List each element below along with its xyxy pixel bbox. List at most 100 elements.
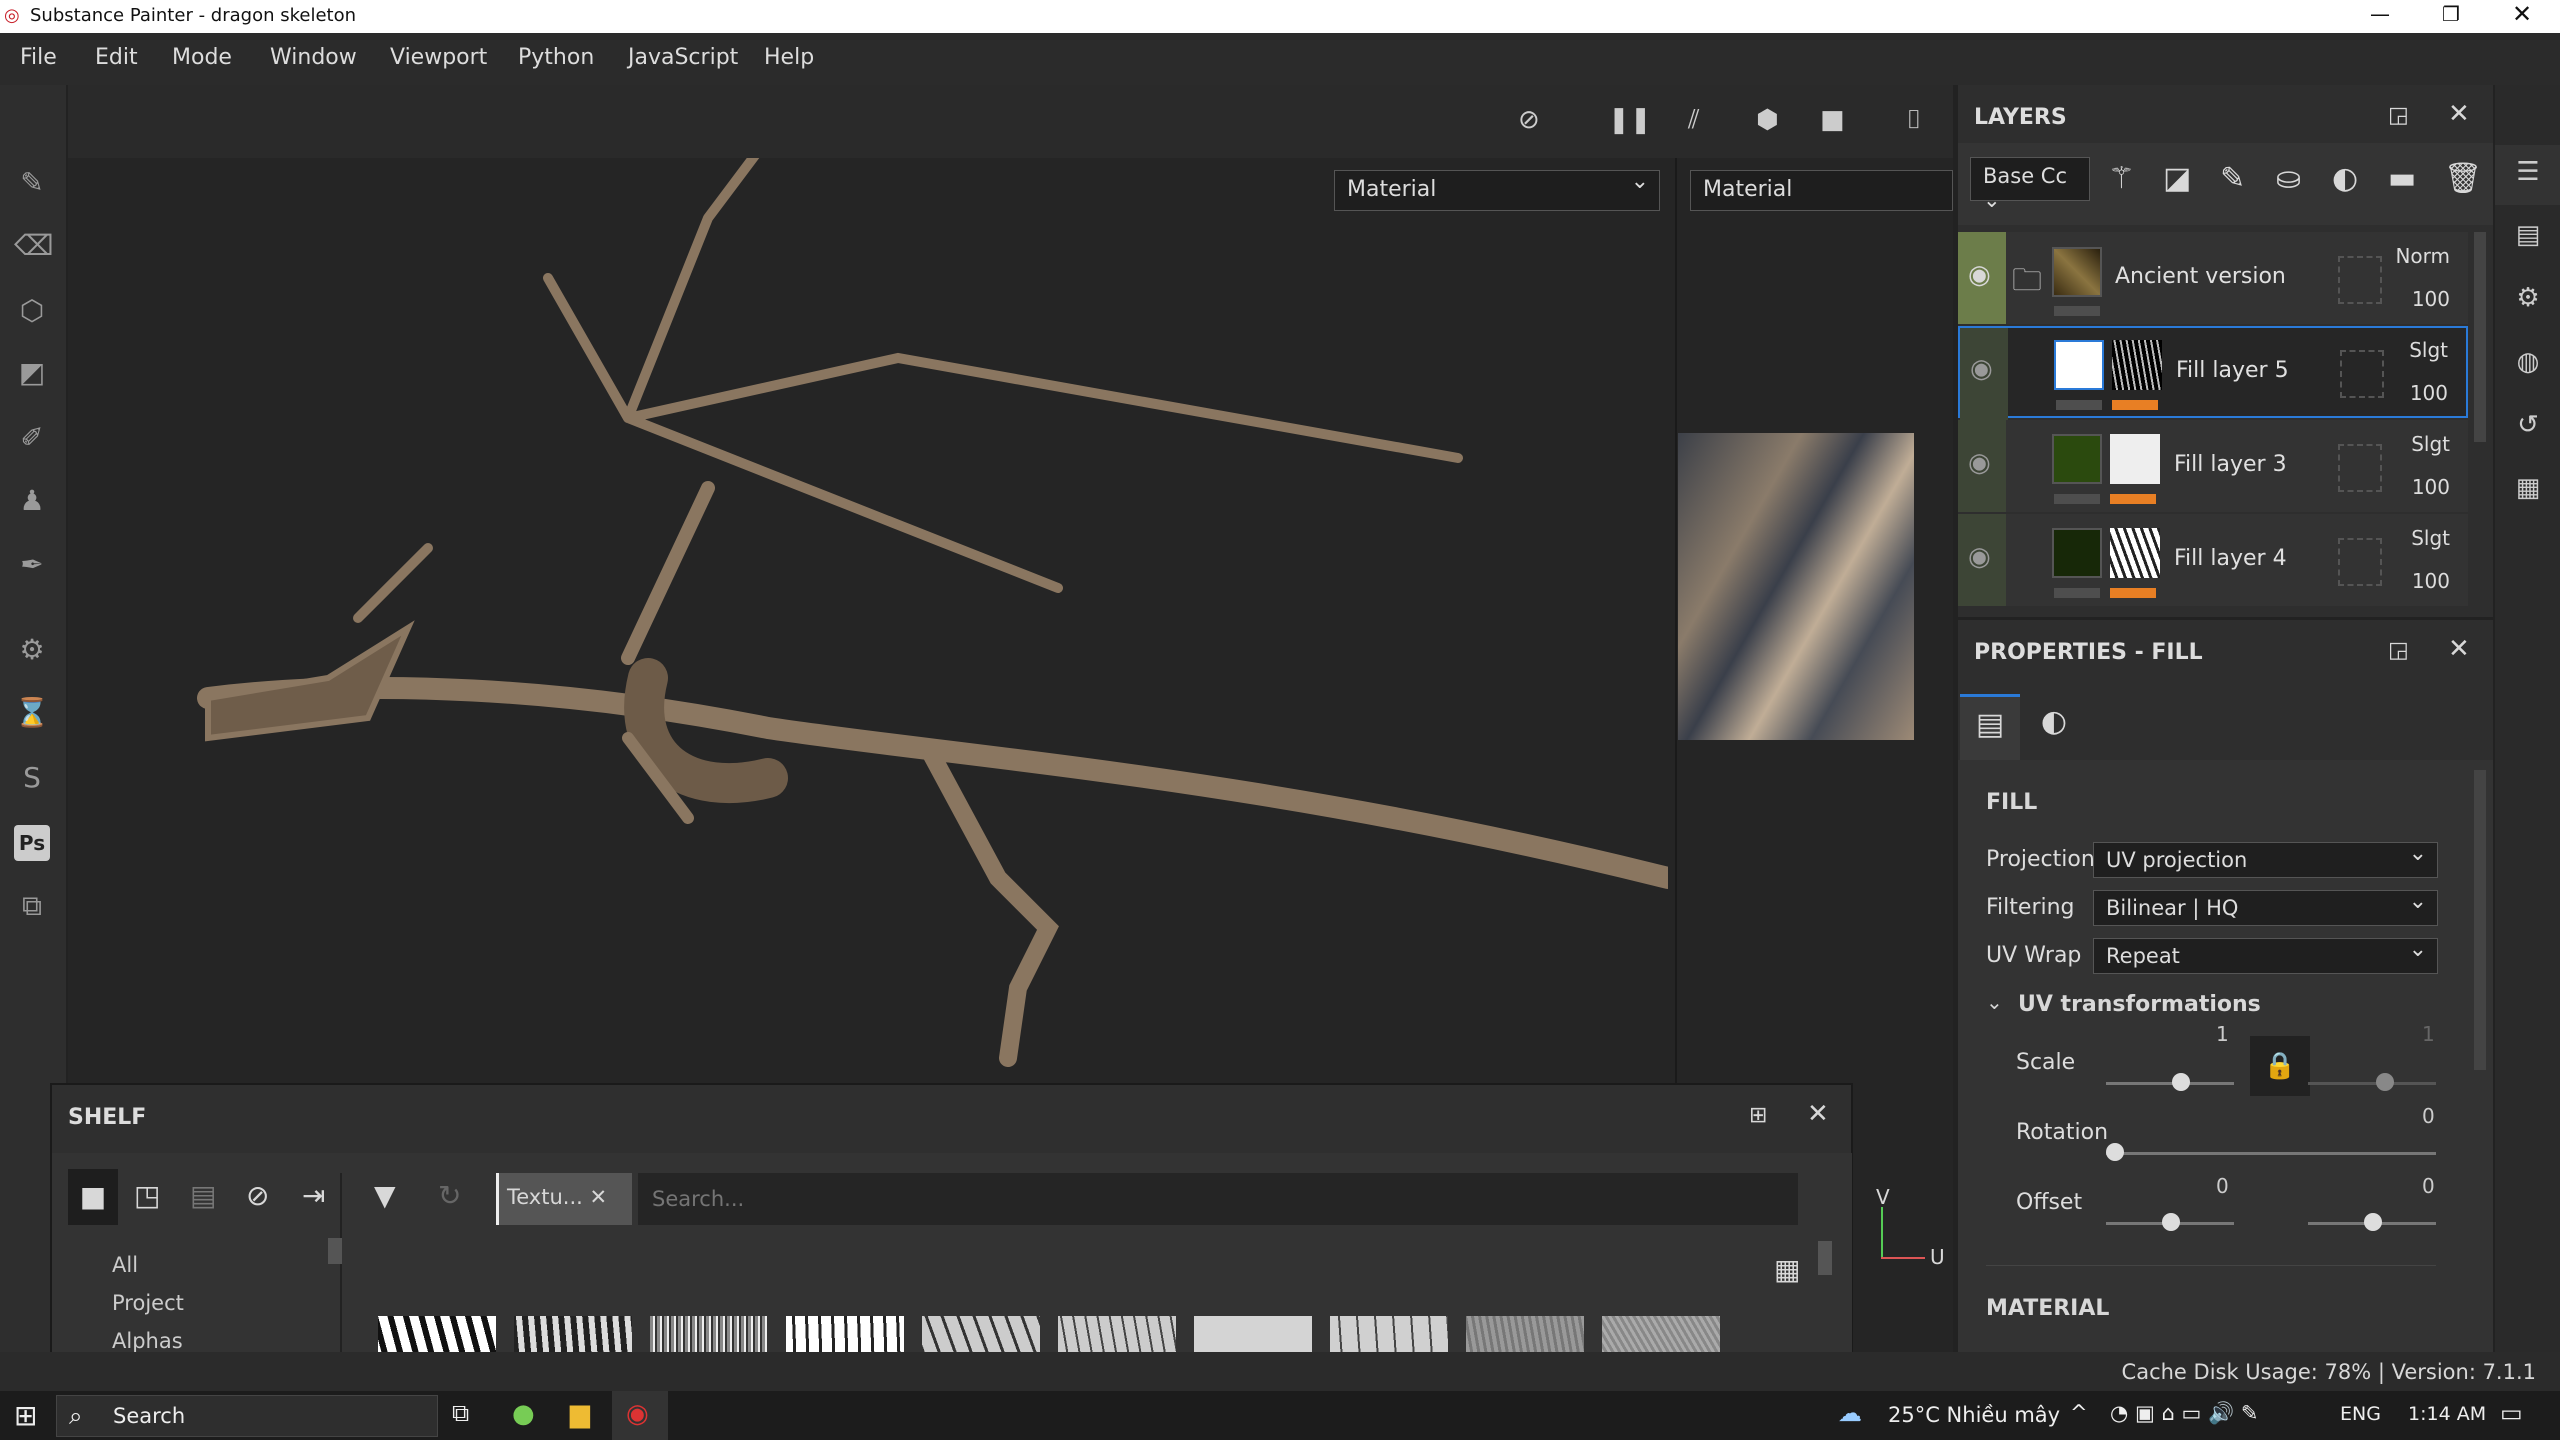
reset-icon[interactable]: ↻ [438, 1179, 461, 1212]
layer-name[interactable]: Fill layer 3 [2174, 452, 2287, 477]
geometry-mask-icon[interactable]: ◩ [14, 355, 50, 391]
close-properties-icon[interactable]: ✕ [2448, 634, 2470, 664]
opacity-dropdown[interactable]: 100 [2412, 569, 2450, 593]
close-layers-icon[interactable]: ✕ [2448, 99, 2470, 129]
mask-thumbnail[interactable] [2110, 434, 2160, 484]
category-project[interactable]: Project [112, 1291, 184, 1315]
filter-tag[interactable]: Textu... ✕ [496, 1173, 632, 1225]
scale-v-value[interactable]: 1 [2422, 1022, 2435, 1046]
notifications-icon[interactable]: ▭ [2500, 1399, 2523, 1427]
offset-v-knob[interactable] [2364, 1213, 2382, 1231]
shelf-scrollbar[interactable] [1818, 1241, 1832, 1275]
pause-icon[interactable]: ❚❚ [1608, 105, 1652, 135]
layers-dock-icon[interactable]: ☰ [2512, 157, 2544, 189]
tray-chevron-icon[interactable]: ^ [2070, 1401, 2088, 1425]
color-picker-icon[interactable]: ✒ [14, 547, 50, 583]
folder-view-icon[interactable]: ■ [68, 1169, 118, 1225]
opacity-dropdown[interactable]: 100 [2412, 475, 2450, 499]
material-tab[interactable]: ◐ [2024, 694, 2084, 760]
fill-color-thumbnail[interactable] [2054, 340, 2104, 390]
add-mask-icon[interactable]: ◪ [2163, 161, 2191, 196]
offset-u-value[interactable]: 0 [2216, 1174, 2229, 1198]
offset-u-knob[interactable] [2162, 1213, 2180, 1231]
menu-help[interactable]: Help [764, 45, 814, 70]
add-effect-icon[interactable]: ⚚ [2108, 161, 2135, 196]
blend-mode-dropdown[interactable]: Slgt [2411, 432, 2450, 456]
layer-name[interactable]: Fill layer 5 [2176, 358, 2289, 383]
collapse-chevron-icon[interactable]: ⌄ [1986, 990, 2003, 1014]
filter-icon[interactable]: ▼ [374, 1179, 396, 1212]
smudge-icon[interactable]: ✐ [14, 420, 50, 456]
remove-filter-icon[interactable]: ✕ [590, 1185, 608, 1209]
scale-v-knob[interactable] [2376, 1073, 2394, 1091]
close-shelf-icon[interactable]: ✕ [1807, 1099, 1829, 1129]
fill-color-thumbnail[interactable] [2052, 434, 2102, 484]
display-mode-icon[interactable]: ⬢ [1756, 105, 1779, 135]
float-panel-icon[interactable]: ◲ [2388, 638, 2409, 663]
history-icon[interactable]: ↺ [2512, 410, 2544, 442]
menu-mode[interactable]: Mode [172, 45, 232, 70]
clock[interactable]: 1:14 AM [2408, 1403, 2486, 1425]
restore-button[interactable]: ❐ [2442, 2, 2460, 26]
menu-window[interactable]: Window [270, 45, 357, 70]
lock-ratio-icon[interactable]: 🔒 [2250, 1036, 2310, 1096]
scale-u-knob[interactable] [2172, 1073, 2190, 1091]
menu-python[interactable]: Python [518, 45, 594, 70]
viewport-2d-mode-dropdown[interactable]: Material [1690, 170, 1953, 211]
uv-transformations-header[interactable]: UV transformations [2018, 992, 2261, 1017]
blend-mode-dropdown[interactable]: Slgt [2411, 526, 2450, 550]
add-paint-layer-icon[interactable]: ✎ [2220, 161, 2245, 196]
uv-wrap-dropdown[interactable]: Repeat [2093, 937, 2438, 974]
layer-row-ancient-version[interactable]: ◉ 🗀 Ancient version Norm 100 [1958, 232, 2468, 324]
log-icon[interactable]: ▦ [2512, 473, 2544, 505]
layer-row-fill-layer-3[interactable]: ◉ Fill layer 3 Slgt 100 [1958, 420, 2468, 512]
display-settings-icon[interactable]: ⚙ [2512, 283, 2544, 315]
screenshot-icon[interactable]: ⌷ [1906, 105, 1922, 136]
blend-mode-dropdown[interactable]: Slgt [2409, 338, 2448, 362]
category-alphas[interactable]: Alphas [112, 1329, 183, 1353]
rotation-knob[interactable] [2106, 1143, 2124, 1161]
mask-thumbnail[interactable] [2110, 528, 2160, 578]
camera-icon[interactable]: ■ [1820, 105, 1845, 135]
bake-icon[interactable]: ⚙ [14, 632, 50, 668]
layers-scrollbar[interactable] [2474, 232, 2486, 442]
symmetry-icon[interactable]: ⫽ [1688, 105, 1700, 136]
scale-v-slider[interactable] [2308, 1082, 2436, 1085]
weather-text[interactable]: 25°C Nhiều mây [1888, 1403, 2060, 1427]
add-fill-layer-icon[interactable]: ⛀ [2276, 161, 2301, 196]
dock-panel-icon[interactable]: ⊞ [1749, 1103, 1767, 1128]
add-smart-material-icon[interactable]: ◐ [2332, 161, 2358, 196]
menu-file[interactable]: File [20, 45, 57, 70]
shelf-search-input[interactable] [638, 1173, 1798, 1225]
fill-settings-tab[interactable]: ▤ [1960, 694, 2020, 760]
offset-v-value[interactable]: 0 [2422, 1174, 2435, 1198]
close-window-button[interactable]: ✕ [2512, 0, 2532, 28]
rotation-slider[interactable] [2106, 1152, 2436, 1155]
layer-name[interactable]: Fill layer 4 [2174, 546, 2287, 571]
shader-settings-icon[interactable]: ◍ [2512, 347, 2544, 379]
substance-painter-taskbar-button[interactable]: ◉ [612, 1391, 668, 1440]
chrome-app-icon[interactable]: ● [512, 1399, 535, 1429]
opacity-dropdown[interactable]: 100 [2410, 381, 2448, 405]
paint-brush-icon[interactable]: ✎ [14, 165, 50, 201]
eraser-icon[interactable]: ⌫ [14, 228, 54, 264]
layer-row-fill-layer-5[interactable]: ◉ Fill layer 5 Slgt 100 [1958, 326, 2468, 420]
projection-icon[interactable]: ⬡ [14, 293, 50, 329]
windows-start-icon[interactable]: ⊞ [14, 1399, 37, 1432]
scale-u-slider[interactable] [2106, 1082, 2234, 1085]
hourglass-icon[interactable]: ⌛ [14, 695, 50, 731]
hide-icon[interactable]: ⊘ [1518, 105, 1540, 135]
language-indicator[interactable]: ENG [2340, 1403, 2381, 1425]
delete-layer-icon[interactable]: 🗑 [2444, 161, 2482, 196]
category-all[interactable]: All [112, 1253, 138, 1277]
texture-set-settings-icon[interactable]: ▤ [2512, 220, 2544, 252]
layer-name[interactable]: Ancient version [2115, 264, 2286, 289]
new-resource-icon[interactable]: ◳ [134, 1179, 160, 1212]
filtering-dropdown[interactable]: Bilinear | HQ [2093, 889, 2438, 926]
menu-javascript[interactable]: JavaScript [628, 45, 738, 70]
menu-edit[interactable]: Edit [95, 45, 138, 70]
opacity-dropdown[interactable]: 100 [2412, 287, 2450, 311]
save-icon[interactable]: ▤ [190, 1179, 216, 1212]
task-view-icon[interactable]: ⧉ [452, 1399, 469, 1427]
visibility-eye-icon[interactable]: ◉ [1960, 328, 2008, 420]
